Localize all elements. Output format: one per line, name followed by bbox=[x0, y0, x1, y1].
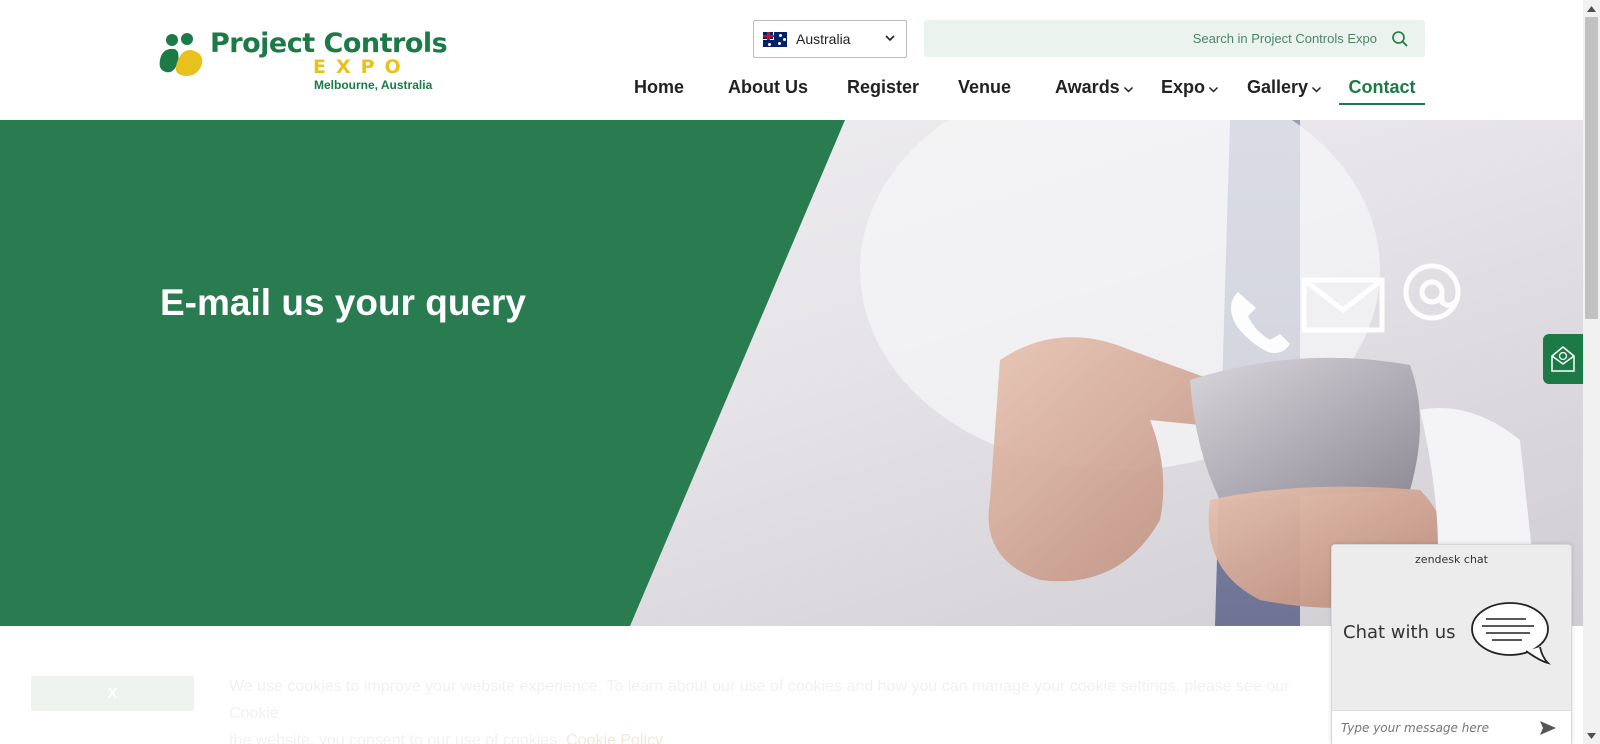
nav-venue[interactable]: Venue bbox=[958, 73, 1011, 105]
chat-message-input[interactable] bbox=[1332, 721, 1532, 735]
nav-about-us-label: About Us bbox=[728, 77, 808, 97]
nav-register[interactable]: Register bbox=[847, 73, 919, 105]
country-select-value: Australia bbox=[796, 31, 851, 47]
nav-contact[interactable]: Contact bbox=[1339, 73, 1425, 105]
site-header: Project Controls EXPO Melbourne, Austral… bbox=[0, 0, 1583, 120]
cookie-policy-link[interactable]: Cookie Policy bbox=[566, 732, 663, 744]
cookie-text: We use cookies to improve your website e… bbox=[229, 678, 1290, 722]
cookie-close-button[interactable]: X bbox=[31, 676, 194, 711]
scroll-down-arrow-icon[interactable] bbox=[1583, 727, 1600, 744]
cookie-text-line2: the website, you consent to our use of c… bbox=[229, 732, 562, 744]
email-envelope-icon bbox=[1551, 346, 1575, 372]
scroll-up-arrow-icon[interactable] bbox=[1583, 0, 1600, 17]
scrollbar-thumb[interactable] bbox=[1585, 17, 1598, 319]
cookie-notice: We use cookies to improve your website e… bbox=[229, 673, 1339, 744]
nav-gallery[interactable]: Gallery bbox=[1247, 73, 1322, 105]
logo-people-icon bbox=[159, 33, 203, 76]
search-input[interactable] bbox=[997, 31, 1377, 46]
chevron-down-icon bbox=[885, 35, 895, 42]
nav-contact-label: Contact bbox=[1348, 77, 1416, 97]
logo-title: Project Controls bbox=[210, 28, 448, 59]
country-select[interactable]: Australia bbox=[753, 20, 907, 58]
nav-expo-label: Expo bbox=[1161, 77, 1206, 97]
nav-register-label: Register bbox=[847, 77, 920, 97]
site-logo[interactable]: Project Controls EXPO Melbourne, Austral… bbox=[158, 28, 448, 94]
chat-bubble-icon bbox=[1471, 602, 1551, 665]
nav-expo[interactable]: Expo bbox=[1161, 73, 1219, 105]
chevron-down-icon bbox=[1312, 86, 1322, 93]
zendesk-chat-widget[interactable]: zendesk chat Chat with us bbox=[1331, 544, 1572, 744]
nav-home-label: Home bbox=[634, 77, 685, 97]
chat-label[interactable]: Chat with us bbox=[1343, 622, 1455, 643]
chat-brand: zendesk chat bbox=[1415, 553, 1488, 566]
chevron-down-icon bbox=[1208, 86, 1219, 93]
nav-venue-label: Venue bbox=[958, 77, 1012, 97]
search-bar bbox=[924, 20, 1425, 57]
logo-expo: EXPO bbox=[313, 56, 411, 78]
nav-gallery-label: Gallery bbox=[1247, 77, 1309, 97]
nav-awards[interactable]: Awards bbox=[1055, 73, 1134, 105]
logo-location: Melbourne, Australia bbox=[314, 78, 433, 92]
nav-about-us[interactable]: About Us bbox=[728, 73, 808, 105]
search-icon[interactable] bbox=[1391, 30, 1409, 48]
chevron-down-icon bbox=[1123, 86, 1133, 93]
nav-awards-label: Awards bbox=[1055, 77, 1120, 97]
contact-side-tab[interactable] bbox=[1543, 334, 1583, 384]
australia-flag-icon bbox=[763, 31, 787, 47]
page-scrollbar[interactable] bbox=[1583, 0, 1600, 744]
send-icon[interactable] bbox=[1538, 718, 1558, 738]
hero-title: E-mail us your query bbox=[160, 282, 526, 323]
nav-home[interactable]: Home bbox=[634, 73, 684, 105]
chat-input-bar bbox=[1332, 710, 1571, 744]
